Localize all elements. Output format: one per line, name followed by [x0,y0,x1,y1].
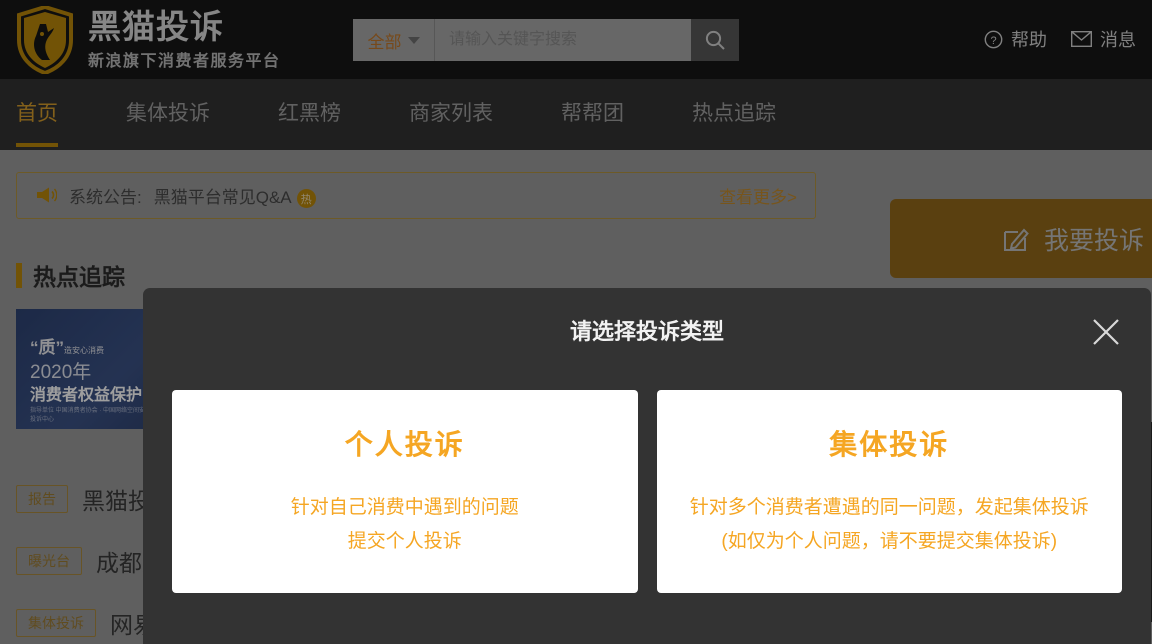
personal-complaint-title: 个人投诉 [345,423,465,463]
personal-complaint-desc-2: 提交个人投诉 [348,526,462,553]
group-complaint-title: 集体投诉 [829,423,949,463]
group-complaint-desc-2: (如仅为个人问题，请不要提交集体投诉) [721,526,1057,553]
group-complaint-desc-1: 针对多个消费者遭遇的同一问题，发起集体投诉 [690,490,1089,526]
complaint-type-modal: 请选择投诉类型 个人投诉 针对自己消费中遇到的问题 提交个人投诉 集体投诉 针对… [143,288,1151,644]
complaint-type-cards: 个人投诉 针对自己消费中遇到的问题 提交个人投诉 集体投诉 针对多个消费者遭遇的… [172,390,1122,593]
close-button[interactable] [1088,314,1124,350]
group-complaint-card[interactable]: 集体投诉 针对多个消费者遭遇的同一问题，发起集体投诉 (如仅为个人问题，请不要提… [657,390,1123,593]
close-icon [1090,316,1122,348]
app-root: 黑猫投诉 新浪旗下消费者服务平台 全部 [0,0,1152,644]
personal-complaint-desc-1: 针对自己消费中遇到的问题 [291,490,519,526]
modal-title: 请选择投诉类型 [143,314,1151,346]
personal-complaint-card[interactable]: 个人投诉 针对自己消费中遇到的问题 提交个人投诉 [172,390,638,593]
